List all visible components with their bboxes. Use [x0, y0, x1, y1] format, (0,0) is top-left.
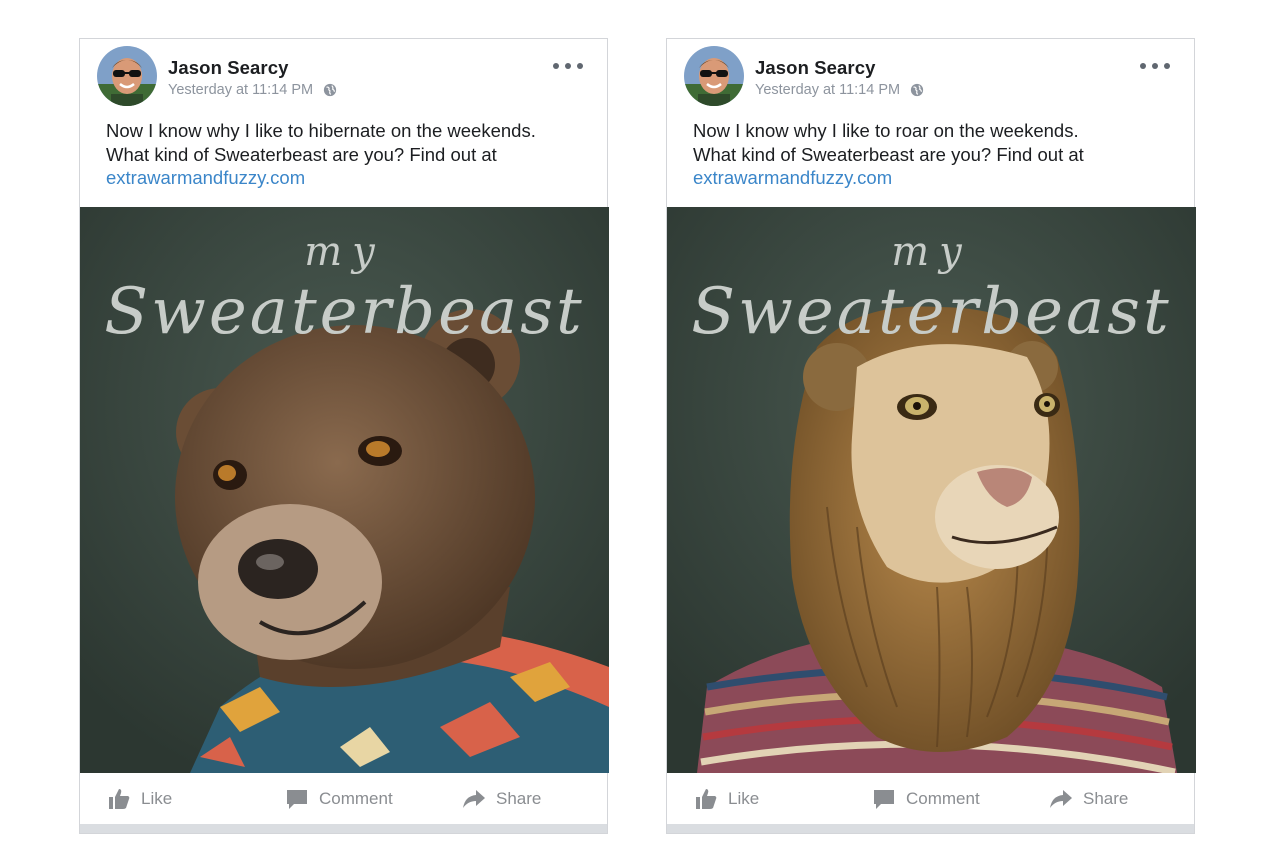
card-footer-bar: [80, 824, 607, 833]
like-label: Like: [141, 789, 173, 808]
author-name[interactable]: Jason Searcy: [168, 57, 289, 79]
card-footer-bar: [667, 824, 1194, 833]
bear-illustration: [80, 207, 609, 773]
post-text: Now I know why I like to hibernate on th…: [106, 119, 601, 190]
action-bar: Like Comment Share: [667, 773, 1194, 825]
post-meta: Yesterday at 11:14 PM: [168, 82, 337, 98]
comment-button[interactable]: Comment: [285, 787, 393, 811]
avatar[interactable]: [97, 46, 157, 106]
post-link[interactable]: extrawarmandfuzzy.com: [106, 166, 601, 190]
thumbs-up-icon: [696, 789, 717, 809]
lion-illustration: [667, 207, 1196, 773]
post-text-line: Now I know why I like to roar on the wee…: [693, 120, 1079, 141]
comment-label: Comment: [906, 789, 980, 808]
more-options-icon[interactable]: [553, 59, 583, 73]
post-link[interactable]: extrawarmandfuzzy.com: [693, 166, 1188, 190]
more-options-icon[interactable]: [1140, 59, 1170, 73]
post-card: Jason Searcy Yesterday at 11:14 PM Now I…: [79, 38, 609, 834]
share-label: Share: [1083, 789, 1129, 808]
globe-icon: [323, 83, 337, 97]
post-timestamp[interactable]: Yesterday at 11:14 PM: [168, 82, 313, 98]
like-label: Like: [728, 789, 760, 808]
share-arrow-icon: [1050, 790, 1072, 808]
share-button[interactable]: Share: [462, 787, 541, 811]
post-meta: Yesterday at 11:14 PM: [755, 82, 924, 98]
share-arrow-icon: [463, 790, 485, 808]
post-text-line: What kind of Sweaterbeast are you? Find …: [693, 143, 1084, 165]
post-text-line: Now I know why I like to hibernate on th…: [106, 120, 536, 141]
share-button[interactable]: Share: [1049, 787, 1128, 811]
comment-button[interactable]: Comment: [872, 787, 980, 811]
comment-icon: [287, 790, 307, 809]
share-label: Share: [496, 789, 542, 808]
post-timestamp[interactable]: Yesterday at 11:14 PM: [755, 82, 900, 98]
comment-icon: [874, 790, 894, 809]
avatar[interactable]: [684, 46, 744, 106]
like-button[interactable]: Like: [694, 787, 759, 811]
post-text-line: What kind of Sweaterbeast are you? Find …: [106, 143, 497, 165]
globe-icon: [910, 83, 924, 97]
post-image[interactable]: my Sweaterbeast: [667, 207, 1196, 773]
post-text: Now I know why I like to roar on the wee…: [693, 119, 1188, 190]
post-image[interactable]: my Sweaterbeast: [80, 207, 609, 773]
post-card: Jason Searcy Yesterday at 11:14 PM Now I…: [666, 38, 1196, 834]
comment-label: Comment: [319, 789, 393, 808]
like-button[interactable]: Like: [107, 787, 172, 811]
author-name[interactable]: Jason Searcy: [755, 57, 876, 79]
action-bar: Like Comment Share: [80, 773, 607, 825]
thumbs-up-icon: [109, 789, 130, 809]
